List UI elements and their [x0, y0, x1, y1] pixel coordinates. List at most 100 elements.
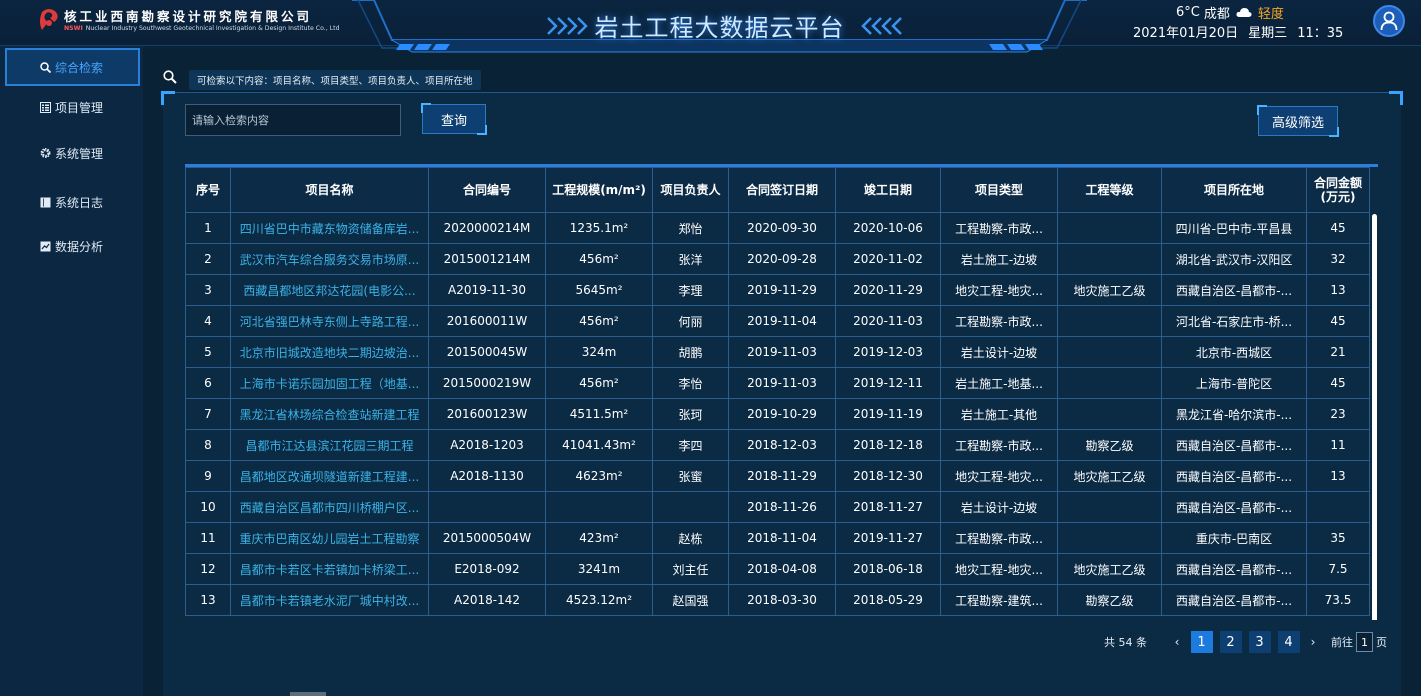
- table-cell: 2018-12-30: [835, 460, 941, 492]
- sidebar-item-analysis[interactable]: 数据分析: [0, 227, 143, 265]
- project-name-link[interactable]: 昌都市江达县滨江花园三期工程: [230, 429, 429, 461]
- project-name-link[interactable]: 武汉市汽车综合服务交易市场原...: [230, 243, 429, 275]
- table-cell: 2020-09-30: [728, 212, 836, 244]
- table-row[interactable]: 11 重庆市巴南区幼儿园岩土工程勘察 2015000504W 423m² 赵栋 2018-…: [185, 522, 1370, 554]
- table-cell: 2020-10-06: [835, 212, 941, 244]
- page-button-1[interactable]: 1: [1190, 631, 1213, 653]
- goto-prefix: 前往: [1331, 636, 1353, 649]
- table-cell: 2018-11-27: [835, 491, 941, 523]
- search-input[interactable]: [185, 104, 401, 136]
- page-button-3[interactable]: 3: [1248, 631, 1271, 653]
- table-cell: 6: [185, 367, 231, 399]
- query-button[interactable]: 查询: [421, 103, 487, 135]
- project-name-link[interactable]: 上海市卡诺乐园加固工程（地基...: [230, 367, 429, 399]
- table-cell: 2018-12-18: [835, 429, 941, 461]
- project-name-link[interactable]: 西藏自治区昌都市四川桥棚户区...: [230, 491, 429, 523]
- table-cell: 工程勘察-市政...: [940, 305, 1058, 337]
- table-cell: [1057, 212, 1162, 244]
- page-button-4[interactable]: 4: [1277, 631, 1300, 653]
- sidebar-item-logs[interactable]: 系统日志: [0, 183, 143, 221]
- panel-corner: [1389, 91, 1403, 105]
- next-page-icon[interactable]: ›: [1303, 635, 1323, 649]
- project-name-link[interactable]: 河北省强巴林寺东侧上寺路工程...: [230, 305, 429, 337]
- table-row[interactable]: 12 昌都市卡若区卡若镇加卡桥梁工... E2018-092 3241m 刘主任 2018…: [185, 553, 1370, 585]
- page-scrollbar-thumb[interactable]: [290, 692, 326, 696]
- table-row[interactable]: 10 西藏自治区昌都市四川桥棚户区... 2018-11-26 2018-11-27 岩…: [185, 491, 1370, 523]
- table-row[interactable]: 13 昌都市卡若镇老水泥厂城中村改... A2018-142 4523.12m² 赵国强…: [185, 584, 1370, 616]
- table-cell: 上海市-普陀区: [1161, 367, 1307, 399]
- search-icon: [40, 61, 51, 73]
- table-row[interactable]: 3 西藏昌都地区邦达花园(电影公... A2019-11-30 5645m² 李理 201…: [185, 274, 1370, 306]
- table-row[interactable]: 9 昌都地区改通坝隧道新建工程建... A2018-1130 4623m² 张蜜 2018…: [185, 460, 1370, 492]
- table-cell: 4523.12m²: [545, 584, 653, 616]
- table-cell: 4: [185, 305, 231, 337]
- project-name-link[interactable]: 北京市旧城改造地块二期边坡治...: [230, 336, 429, 368]
- page-button-2[interactable]: 2: [1219, 631, 1242, 653]
- table-row[interactable]: 2 武汉市汽车综合服务交易市场原... 2015001214M 456m² 张洋 2020…: [185, 243, 1370, 275]
- user-avatar-icon[interactable]: [1373, 5, 1405, 37]
- table-cell: 2019-11-27: [835, 522, 941, 554]
- table-cell: 8: [185, 429, 231, 461]
- table-cell: 2020-11-03: [835, 305, 941, 337]
- sidebar-item-search[interactable]: 综合检索: [5, 48, 140, 86]
- table-cell: 41041.43m²: [545, 429, 653, 461]
- column-header: 项目所在地: [1161, 167, 1307, 213]
- table-cell: [1057, 243, 1162, 275]
- goto-page-input[interactable]: [1356, 632, 1373, 652]
- table-cell: 西藏自治区-昌都市-...: [1161, 429, 1307, 461]
- project-name-link[interactable]: 昌都地区改通坝隧道新建工程建...: [230, 460, 429, 492]
- project-name-link[interactable]: 四川省巴中市藏东物资储备库岩...: [230, 212, 429, 244]
- project-name-link[interactable]: 昌都市卡若镇老水泥厂城中村改...: [230, 584, 429, 616]
- table-cell: 12: [185, 553, 231, 585]
- table-cell: 423m²: [545, 522, 653, 554]
- gear-icon: [40, 148, 51, 159]
- table-row[interactable]: 6 上海市卡诺乐园加固工程（地基... 2015000219W 456m² 李怡 2019…: [185, 367, 1370, 399]
- table-row[interactable]: 1 四川省巴中市藏东物资储备库岩... 2020000214M 1235.1m² 郑怡 2…: [185, 212, 1370, 244]
- table-cell: 地灾施工乙级: [1057, 274, 1162, 306]
- project-name-link[interactable]: 黑龙江省林场综合检查站新建工程: [230, 398, 429, 430]
- panel-corner: [161, 91, 175, 105]
- table-row[interactable]: 8 昌都市江达县滨江花园三期工程 A2018-1203 41041.43m² 李四 201…: [185, 429, 1370, 461]
- table-cell: 2018-04-08: [728, 553, 836, 585]
- table-cell: 张洋: [652, 243, 729, 275]
- table-cell: 工程勘察-市政...: [940, 212, 1058, 244]
- table-cell: [545, 491, 653, 523]
- table-cell: 河北省-石家庄市-桥...: [1161, 305, 1307, 337]
- table-cell: 13: [1306, 460, 1370, 492]
- table-cell: 5645m²: [545, 274, 653, 306]
- sidebar-item-system[interactable]: 系统管理: [0, 134, 143, 172]
- sidebar-item-label: 项目管理: [55, 100, 104, 115]
- table-cell: 2019-12-03: [835, 336, 941, 368]
- project-table: 序号 项目名称 合同编号 工程规模(m/m²) 项目负责人 合同签订日期 竣工日期 项目类型工…: [185, 164, 1378, 620]
- advanced-filter-button[interactable]: 高级筛选: [1257, 105, 1339, 137]
- table-header-row: 序号 项目名称 合同编号 工程规模(m/m²) 项目负责人 合同签订日期 竣工日期 项目类型工…: [185, 167, 1370, 213]
- table-cell: [428, 491, 546, 523]
- sidebar-item-label: 系统日志: [55, 195, 104, 210]
- table-cell: 2019-11-04: [728, 305, 836, 337]
- sidebar-item-label: 系统管理: [55, 146, 104, 161]
- table-scrollbar-thumb[interactable]: [1372, 214, 1377, 620]
- table-cell: 2015000219W: [428, 367, 546, 399]
- sidebar-item-projects[interactable]: 项目管理: [0, 88, 143, 126]
- table-cell: 李四: [652, 429, 729, 461]
- prev-page-icon[interactable]: ‹: [1167, 635, 1187, 649]
- project-name-link[interactable]: 重庆市巴南区幼儿园岩土工程勘察: [230, 522, 429, 554]
- table-row[interactable]: 7 黑龙江省林场综合检查站新建工程 201600123W 4511.5m² 张珂 2019…: [185, 398, 1370, 430]
- table-cell: 2019-11-29: [728, 274, 836, 306]
- table-cell: 西藏自治区-昌都市-...: [1161, 274, 1307, 306]
- column-header: 工程规模(m/m²): [545, 167, 653, 213]
- table-row[interactable]: 5 北京市旧城改造地块二期边坡治... 201500045W 324m 胡鹏 2019-1…: [185, 336, 1370, 368]
- table-cell: 西藏自治区-昌都市-...: [1161, 584, 1307, 616]
- table-row[interactable]: 4 河北省强巴林寺东侧上寺路工程... 201600011W 456m² 何丽 2019-…: [185, 305, 1370, 337]
- table-cell: 2019-12-11: [835, 367, 941, 399]
- sidebar-item-label: 综合检索: [55, 60, 104, 75]
- weather-temp: 6°C: [1176, 4, 1200, 20]
- project-name-link[interactable]: 昌都市卡若区卡若镇加卡桥梁工...: [230, 553, 429, 585]
- project-name-link[interactable]: 西藏昌都地区邦达花园(电影公...: [230, 274, 429, 306]
- table-cell: 2020-11-29: [835, 274, 941, 306]
- table-cell: E2018-092: [428, 553, 546, 585]
- table-cell: 324m: [545, 336, 653, 368]
- table-cell: 岩土设计-边坡: [940, 491, 1058, 523]
- table-cell: 何丽: [652, 305, 729, 337]
- current-weekday: 星期三: [1248, 26, 1288, 41]
